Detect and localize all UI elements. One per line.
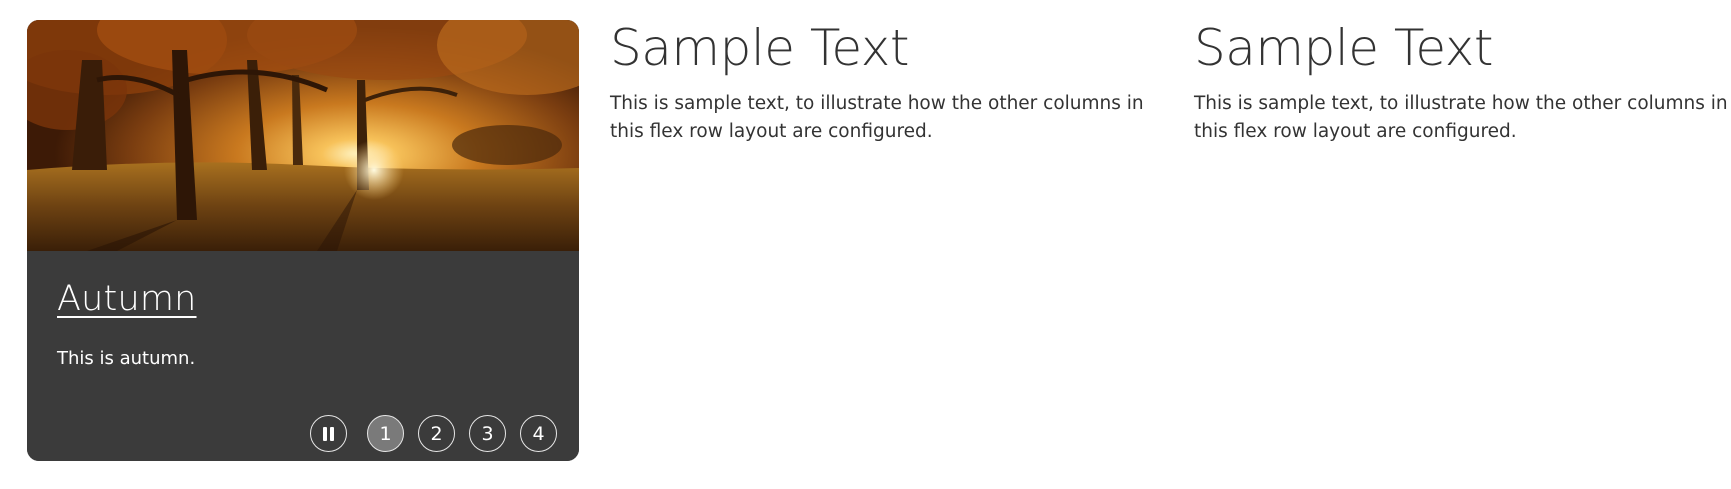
carousel: Autumn This is autumn. 1 2 3 4	[27, 20, 579, 461]
page-1-button[interactable]: 1	[367, 415, 404, 452]
page-4-button[interactable]: 4	[520, 415, 557, 452]
autumn-trees-image	[27, 20, 579, 251]
slide-description: This is autumn.	[57, 348, 196, 369]
carousel-controls: 1 2 3 4	[310, 415, 557, 452]
slide-caption: Autumn This is autumn. 1 2 3 4	[27, 251, 579, 461]
page-3-button[interactable]: 3	[469, 415, 506, 452]
slide-image	[27, 20, 579, 251]
slide-title-link[interactable]: Autumn	[57, 279, 197, 319]
column-body: This is sample text, to illustrate how t…	[610, 93, 1144, 142]
column-heading: Sample Text	[610, 19, 910, 77]
column-body: This is sample text, to illustrate how t…	[1194, 93, 1728, 142]
flex-row: Autumn This is autumn. 1 2 3 4 Sample Te…	[0, 0, 1731, 489]
column-heading: Sample Text	[1194, 19, 1494, 77]
carousel-pagination: 1 2 3 4	[367, 415, 557, 452]
pause-button[interactable]	[310, 415, 347, 452]
text-column-1: Sample Text This is sample text, to illu…	[610, 20, 1150, 146]
text-column-2: Sample Text This is sample text, to illu…	[1194, 20, 1731, 146]
pause-icon	[323, 426, 334, 441]
page-2-button[interactable]: 2	[418, 415, 455, 452]
